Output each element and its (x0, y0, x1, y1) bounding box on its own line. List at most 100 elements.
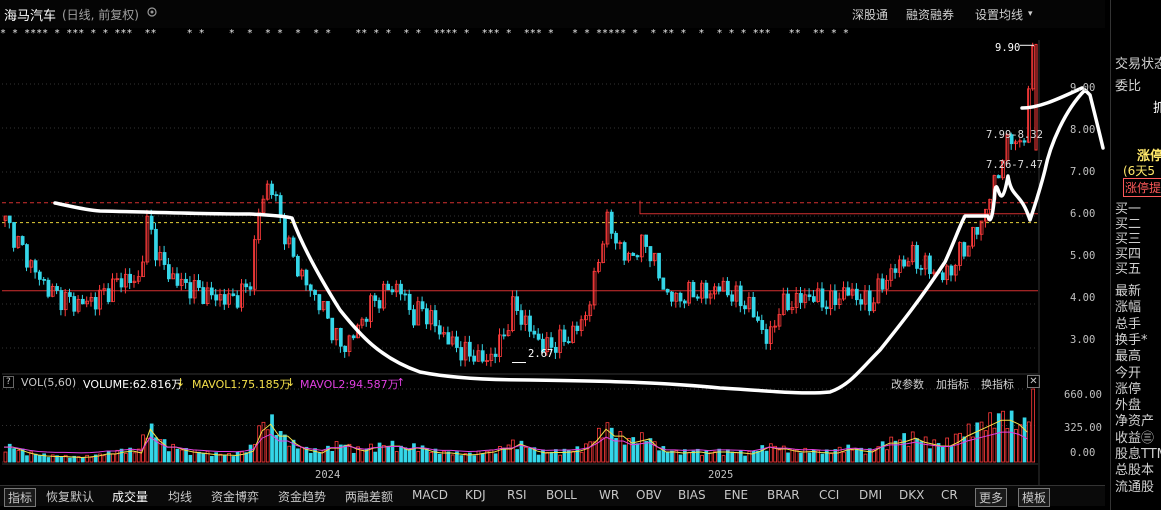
indicator-tab[interactable]: BRAR (767, 488, 800, 502)
candle-body (373, 295, 378, 301)
candle-body (846, 287, 851, 296)
volume-bar (760, 445, 765, 463)
up-arrow-icon: ↑ (396, 376, 406, 389)
volume-bar (515, 449, 520, 463)
candle-body (308, 284, 313, 291)
candle-body (528, 315, 532, 332)
indicator-tab[interactable]: OBV (636, 488, 662, 502)
indicator-tab[interactable]: CR (941, 488, 958, 502)
indicator-tab[interactable]: 资金博弈 (211, 488, 259, 505)
volume-bar (1001, 410, 1005, 463)
indicator-tab[interactable]: DMI (859, 488, 882, 502)
indicator-tab[interactable]: 更多 (975, 488, 1008, 507)
volume-bar (721, 455, 726, 463)
volume-bar (1022, 417, 1027, 463)
volume-bar (1018, 424, 1023, 463)
volume-bar (59, 456, 64, 463)
volume-bar (46, 457, 51, 463)
volume-bar (979, 421, 984, 463)
volume-bar (584, 443, 588, 463)
candle-body (55, 286, 59, 291)
chevron-down-icon[interactable]: ▾ (1028, 9, 1033, 19)
indicator-tab[interactable]: 成交量 (112, 488, 148, 505)
range-label-lower: 7.26-7.47 (986, 159, 1043, 171)
volume-bar (188, 454, 193, 463)
hk-connect-button[interactable]: 深股通 (852, 6, 888, 23)
indicator-tab[interactable]: ENE (724, 488, 748, 502)
add-indicator-button[interactable]: 加指标 (936, 376, 969, 392)
indicator-tab[interactable]: BOLL (546, 488, 577, 502)
volume-bar (68, 457, 72, 463)
volume-bar (240, 451, 244, 463)
price-volume-chart[interactable] (0, 40, 1110, 485)
volume-bar (863, 453, 868, 463)
volume-bar (1027, 421, 1031, 463)
volume-bar (820, 453, 825, 463)
indicator-tab[interactable]: 恢复默认 (46, 488, 94, 505)
candle-body (399, 283, 403, 295)
candle-body (338, 327, 343, 347)
grab-button[interactable]: 抓 (1153, 97, 1161, 116)
candle-body (343, 345, 348, 352)
candle-body (446, 332, 451, 345)
volume-bar (261, 421, 266, 463)
change-params-button[interactable]: 改参数 (891, 376, 924, 392)
volume-bar (334, 441, 339, 463)
candle-body (209, 287, 214, 296)
indicator-tab[interactable]: RSI (507, 488, 527, 502)
price-axis: 9.00 8.00 7.00 6.00 5.00 4.00 3.00 (1042, 40, 1108, 370)
volume-bar (33, 453, 38, 463)
indicator-tab[interactable]: 指标 (4, 488, 37, 507)
help-icon[interactable]: ? (3, 376, 14, 388)
candle-body (68, 292, 72, 297)
volume-bar (678, 454, 683, 463)
candle-body (81, 298, 85, 305)
volume-bar (687, 452, 692, 463)
candle-body (996, 175, 1001, 179)
range-label-upper: 7.99-8.32 (986, 129, 1043, 141)
indicator-tab[interactable]: CCI (819, 488, 839, 502)
volume-bar (644, 441, 649, 463)
volume-bar (588, 441, 593, 463)
indicator-tab[interactable]: BIAS (678, 488, 706, 502)
vol-label[interactable]: VOL(5,60) (21, 376, 76, 389)
candle-body (644, 234, 649, 247)
candle-body (515, 296, 520, 311)
close-icon[interactable]: ✕ (1027, 375, 1040, 388)
down-arrow-icon: ↓ (176, 376, 186, 389)
volume-bar (545, 451, 550, 463)
indicator-tab[interactable]: 资金趋势 (278, 488, 326, 505)
candle-body (691, 282, 696, 298)
indicator-tab[interactable]: 两融差额 (345, 488, 393, 505)
switch-indicator-button[interactable]: 换指标 (981, 376, 1014, 392)
indicator-tab[interactable]: 模板 (1018, 488, 1051, 507)
candle-body (820, 288, 825, 308)
margin-trading-button[interactable]: 融资融券 (906, 6, 954, 23)
volume-bar (657, 450, 661, 463)
candle-body (661, 277, 666, 290)
volume-bar (351, 452, 356, 463)
limit-up-tag[interactable]: 涨停提 (1123, 178, 1161, 197)
candle-body (554, 346, 558, 353)
ma-settings-button[interactable]: 设置均线 (975, 6, 1023, 23)
volume-bar (958, 432, 962, 463)
indicator-tab[interactable]: 均线 (168, 488, 192, 505)
volume-bar (932, 439, 937, 463)
volume-bar (480, 453, 485, 463)
indicator-tab[interactable]: MACD (412, 488, 448, 502)
stock-name[interactable]: 海马汽车 (4, 5, 56, 24)
volume-bar (128, 447, 132, 463)
handdrawn-cup-pattern (53, 88, 1105, 395)
volume-bar (829, 453, 833, 463)
candle-body (7, 215, 12, 223)
candle-body (799, 293, 803, 303)
indicator-tab[interactable]: WR (599, 488, 619, 502)
indicator-tab[interactable]: DKX (899, 488, 924, 502)
candle-body (119, 278, 124, 288)
candle-body (493, 353, 498, 357)
gear-icon[interactable] (146, 6, 158, 18)
price-tick: 6.00 (1070, 208, 1096, 220)
volume-bar (270, 414, 274, 463)
candle-body (635, 255, 640, 258)
indicator-tab[interactable]: KDJ (465, 488, 486, 502)
